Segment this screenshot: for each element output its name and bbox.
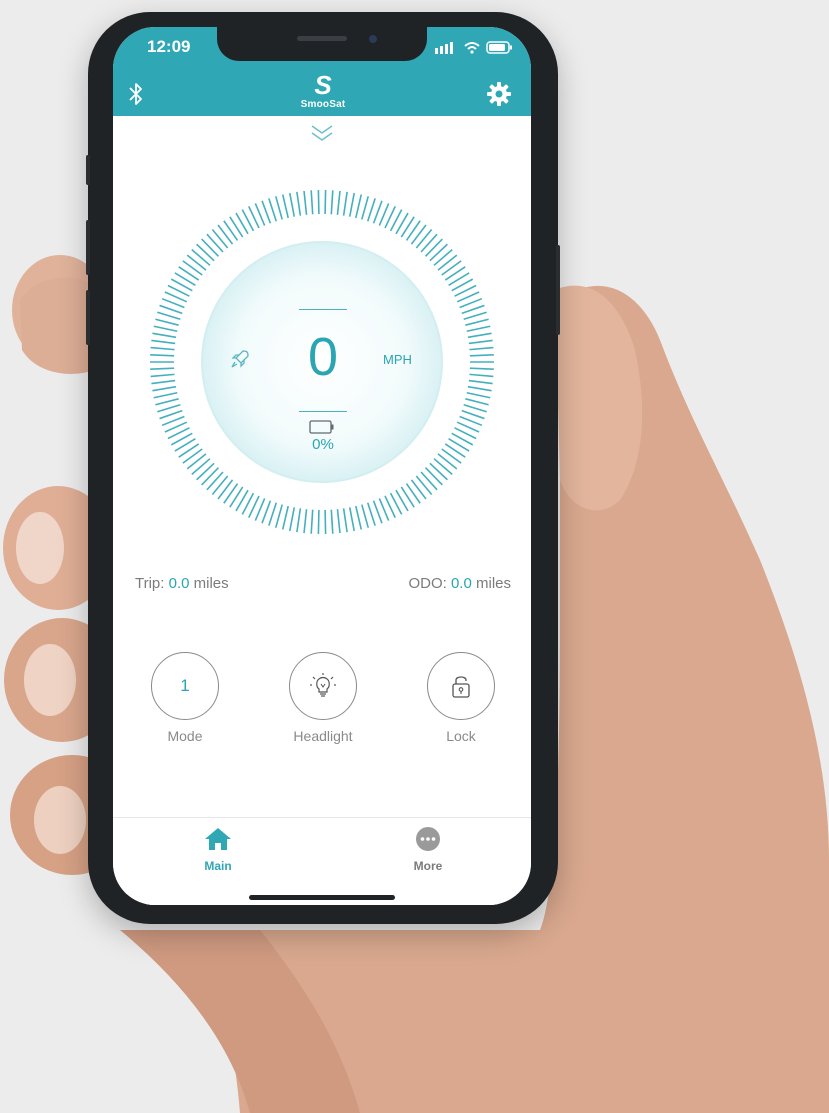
lightbulb-icon xyxy=(310,673,336,697)
wifi-icon xyxy=(464,42,480,47)
speed-value: 0 xyxy=(307,327,339,387)
lock-label: Lock xyxy=(446,728,476,744)
lock-icon xyxy=(452,676,470,698)
home-icon xyxy=(205,828,231,850)
odo-value: 0.0 xyxy=(450,575,472,592)
mode-button[interactable]: 1 xyxy=(151,652,219,720)
headlight-button[interactable] xyxy=(289,652,357,720)
app-logo: S SmooSat xyxy=(291,71,355,110)
odo-label: ODO: xyxy=(408,575,451,592)
phone-volume-up-button xyxy=(86,220,90,275)
front-camera xyxy=(369,35,377,43)
tab-main-label: Main xyxy=(204,859,232,873)
bluetooth-icon[interactable] xyxy=(125,81,147,107)
headlight-control[interactable]: Headlight xyxy=(283,652,363,744)
chevron-down-icon[interactable] xyxy=(309,123,335,143)
phone-power-button xyxy=(556,245,560,335)
tab-more[interactable]: More xyxy=(388,826,468,873)
signal-icon xyxy=(435,48,438,54)
status-icons xyxy=(435,41,512,54)
rocket-icon xyxy=(231,350,249,368)
logo-mark: S xyxy=(314,70,332,100)
tab-main[interactable]: Main xyxy=(178,826,258,873)
phone-notch xyxy=(217,27,427,61)
tab-more-label: More xyxy=(413,859,443,873)
headlight-label: Headlight xyxy=(293,728,353,744)
trip-readout: Trip: 0.0 miles xyxy=(135,575,229,592)
home-indicator xyxy=(249,895,395,900)
phone-volume-down-button xyxy=(86,290,90,345)
app-header: 12:09 S SmooSat xyxy=(113,27,531,116)
mode-value: 1 xyxy=(180,676,190,695)
speed-unit: MPH xyxy=(383,352,412,367)
more-icon xyxy=(416,827,440,851)
odo-unit: miles xyxy=(471,575,511,592)
trip-unit: miles xyxy=(189,575,229,592)
divider-top xyxy=(299,309,347,310)
mode-control[interactable]: 1 Mode xyxy=(145,652,225,744)
gear-icon[interactable] xyxy=(486,81,512,107)
status-time: 12:09 xyxy=(147,37,191,56)
divider-bottom xyxy=(299,411,347,412)
battery-icon xyxy=(309,420,334,434)
trip-label: Trip: xyxy=(135,575,169,592)
lock-control[interactable]: Lock xyxy=(421,652,501,744)
lock-button[interactable] xyxy=(427,652,495,720)
odo-readout: ODO: 0.0 miles xyxy=(408,575,511,592)
battery-percent: 0% xyxy=(312,436,334,453)
tab-bar: Main More xyxy=(113,817,531,905)
earpiece xyxy=(297,36,347,41)
trip-value: 0.0 xyxy=(168,575,190,592)
mode-label: Mode xyxy=(167,728,203,744)
logo-text: SmooSat xyxy=(300,99,346,110)
phone-side-button xyxy=(86,155,90,185)
app-screen: 12:09 S SmooSat 0 MPH 0% Trip: 0.0 miles… xyxy=(113,27,531,905)
